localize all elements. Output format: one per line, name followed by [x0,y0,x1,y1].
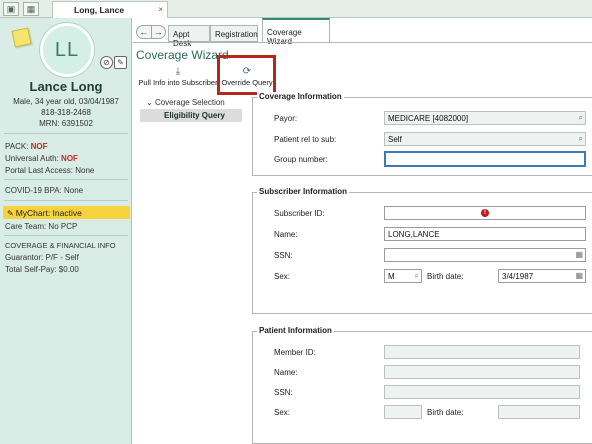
patient-mrn: MRN: 6391502 [39,119,93,128]
subscriber-info-title: Subscriber Information [257,187,350,196]
tab-registration[interactable]: Registration [210,25,258,42]
calendar-icon[interactable]: ▦ [575,271,583,280]
coverage-header: COVERAGE & FINANCIAL INFO [5,241,116,250]
search-icon[interactable]: ⌕ [579,113,583,123]
pack-label: PACK: [5,142,29,151]
avatar: LL [40,23,94,77]
sub-name-label: Name: [274,230,298,239]
divider [4,133,128,134]
pack-row: PACK: NOF [5,142,48,151]
member-id-field [384,345,580,359]
sub-ssn-input[interactable]: ▦ [384,248,586,262]
payor-label: Payor: [274,114,298,123]
self-pay[interactable]: Total Self-Pay: $0.00 [5,265,79,274]
pat-ssn-field [384,385,580,399]
step-coverage-selection[interactable]: ⌄ Coverage Selection [140,95,242,109]
payor-value: MEDICARE [4082000] [388,114,469,123]
patient-sidebar: LL ⊘ ✎ Lance Long Male, 34 year old, 03/… [0,18,132,444]
payor-field[interactable]: MEDICARE [4082000] ⌕ [384,111,586,125]
no-photo-icon[interactable]: ⊘ [100,56,113,69]
pat-ssn-label: SSN: [274,388,293,397]
rel-value: Self [388,135,402,144]
pack-value[interactable]: NOF [31,142,48,151]
pull-info-label: Pull Info into Subscriber [138,78,218,87]
chevron-down-icon: ⌄ [146,98,153,107]
sub-sex-label: Sex: [274,272,291,281]
subscriber-id-label: Subscriber ID: [274,209,325,218]
pencil-icon: ✎ [7,209,14,218]
coverage-info-title: Coverage Information [257,92,344,101]
close-icon[interactable]: × [158,5,163,14]
universal-auth-value[interactable]: NOF [61,154,78,163]
patient-tab-label: Long, Lance [74,5,125,15]
search-icon[interactable]: ⌕ [415,271,419,281]
highlight-box [217,55,276,95]
rel-field[interactable]: Self ⌕ [384,132,586,146]
patient-name: Lance Long [29,79,103,94]
subscriber-id-input[interactable]: ! [384,206,586,220]
pat-sex-field [384,405,422,419]
sub-name-input[interactable]: LONG,LANCE [384,227,586,241]
edit-photo-icon[interactable]: ✎ [114,56,127,69]
pat-birth-field [498,405,580,419]
tab-appt-desk[interactable]: Appt Desk [168,25,210,48]
portal-access: Portal Last Access: None [5,166,95,175]
mychart-label: MyChart: Inactive [15,208,82,218]
sub-sex-field[interactable]: M ⌕ [384,269,422,283]
pat-sex-label: Sex: [274,408,291,417]
universal-auth-label: Universal Auth: [5,154,59,163]
coverage-info-panel: Coverage Information Payor: MEDICARE [40… [252,92,592,176]
back-arrow-icon[interactable]: ← [137,26,151,38]
sub-birth-field[interactable]: 3/4/1987 ▦ [498,269,586,283]
folder-icon[interactable]: ▣ [3,2,19,16]
subscriber-info-panel: Subscriber Information Subscriber ID: ! … [252,187,592,314]
search-icon[interactable]: ⌕ [579,134,583,144]
group-label: Group number: [274,155,328,164]
pat-name-field [384,365,580,379]
divider [4,200,128,201]
sub-birth-value: 3/4/1987 [502,272,534,281]
sub-birth-label: Birth date: [427,272,464,281]
page-title: Coverage Wizard [136,48,229,62]
patient-tab[interactable]: Long, Lance × [52,1,168,18]
pat-birth-label: Birth date: [427,408,464,417]
guarantor[interactable]: Guarantor: P/F - Self [5,253,79,262]
mychart-status[interactable]: ✎ MyChart: Inactive [3,206,130,219]
patient-info-title: Patient Information [257,326,334,335]
sticky-note-icon[interactable] [11,27,32,48]
sub-ssn-label: SSN: [274,251,293,260]
tab-coverage-wizard[interactable]: Coverage Wizard [262,18,330,46]
divider [4,235,128,236]
top-bar: ▣ ▦ Long, Lance × [0,0,592,18]
step-label: Coverage Selection [154,98,225,107]
universal-auth-row: Universal Auth: NOF [5,154,78,163]
calendar-icon[interactable]: ▦ [23,2,39,16]
calendar-icon[interactable]: ▦ [575,250,583,259]
history-nav: ← → [136,25,166,39]
error-icon: ! [481,209,489,217]
forward-arrow-icon[interactable]: → [150,26,166,38]
divider [4,179,128,180]
care-team[interactable]: Care Team: No PCP [5,222,77,231]
sub-sex-value: M [388,272,395,281]
member-id-label: Member ID: [274,348,316,357]
wizard-steps: ⌄ Coverage Selection Eligibility Query [140,95,242,122]
tab-divider [133,42,592,43]
patient-phone: 818-318-2468 [41,108,91,117]
patient-info-panel: Patient Information Member ID: Name: SSN… [252,326,592,444]
pat-name-label: Name: [274,368,298,377]
covid-bpa: COVID-19 BPA: None [5,186,84,195]
step-eligibility-query[interactable]: Eligibility Query [140,109,242,122]
group-number-input[interactable] [384,151,586,167]
pull-info-icon: ⤓ [175,66,181,77]
rel-label: Patient rel to sub: [274,135,337,144]
pull-info-button[interactable]: ⤓ Pull Info into Subscriber [138,66,218,87]
patient-demographics: Male, 34 year old, 03/04/1987 [13,97,119,106]
